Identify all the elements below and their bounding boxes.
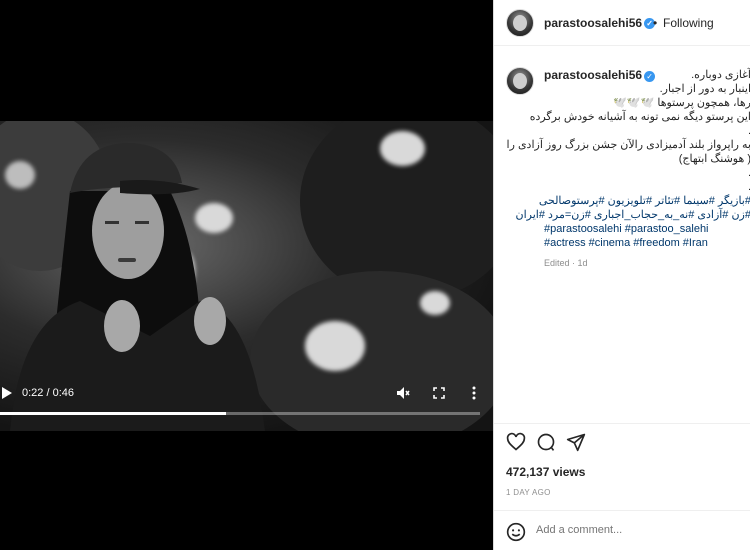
- caption-block: parastoosalehi56 ✓ آغازی دوباره. اینبار ب…: [506, 68, 750, 270]
- mute-icon[interactable]: [396, 386, 410, 403]
- hashtag-line[interactable]: #parastoosalehi #parastoo_salehi: [544, 222, 750, 236]
- video-time: 0:22 / 0:46: [22, 387, 74, 399]
- post-panel: parastoosalehi56 ✓ • Following parastoosa…: [493, 0, 750, 550]
- header-username-text: parastoosalehi56: [544, 16, 643, 30]
- caption-username[interactable]: parastoosalehi56: [544, 68, 642, 82]
- video-progress-fill: [0, 412, 226, 415]
- verified-icon: ✓: [644, 70, 656, 82]
- caption-line: به راپرواز بلند آدمیزادی رالآن جشن بزرگ …: [506, 139, 750, 151]
- caption-line: اینبار به دور از اجبار.: [659, 83, 750, 95]
- total-time: 0:46: [52, 387, 75, 399]
- white-flower: [305, 321, 365, 371]
- hashtag-line[interactable]: #بازیگر #سینما #تئاتر #تلویزیون #پرستوصا…: [539, 194, 750, 208]
- time-separator: /: [46, 387, 50, 399]
- hashtag-line[interactable]: #actress #cinema #freedom #Iran: [544, 236, 750, 250]
- comment-icon[interactable]: [536, 432, 556, 452]
- hashtag-line[interactable]: #زن #آزادی #نه_به_حجاب_اجباری #زن=مرد #ا…: [516, 208, 750, 222]
- share-icon[interactable]: [566, 432, 586, 452]
- woman-figure: [10, 143, 265, 431]
- heart-icon[interactable]: [506, 432, 526, 452]
- comment-input[interactable]: [536, 524, 736, 536]
- caption-avatar[interactable]: [506, 67, 534, 95]
- caption-line: .: [544, 124, 750, 138]
- following-button[interactable]: Following: [663, 16, 714, 30]
- video-player[interactable]: [0, 121, 493, 431]
- emoji-icon[interactable]: [506, 522, 526, 542]
- view-count[interactable]: 472,137 views: [506, 465, 585, 479]
- media-pane: 0:22 / 0:46: [0, 0, 493, 550]
- divider: [494, 423, 750, 424]
- video-progress-bar[interactable]: [0, 412, 480, 415]
- edited-label: Edited · 1d: [544, 258, 588, 268]
- caption-line: ( هوشنگ ابتهاج): [678, 153, 750, 165]
- white-flower: [380, 131, 425, 166]
- play-icon[interactable]: [2, 387, 12, 402]
- caption-line: .: [544, 180, 750, 194]
- current-time: 0:22: [22, 387, 44, 399]
- avatar[interactable]: [506, 9, 534, 37]
- post-viewer: 0:22 / 0:46 parastoosalehi56 ✓ • Followin…: [0, 0, 750, 550]
- fullscreen-icon[interactable]: [433, 387, 445, 402]
- divider: [494, 510, 750, 511]
- caption-line: .: [544, 166, 750, 180]
- white-flower: [420, 291, 450, 315]
- more-icon[interactable]: [472, 386, 476, 403]
- header-separator: •: [653, 16, 658, 30]
- post-timestamp: 1 DAY AGO: [506, 488, 551, 497]
- header-username[interactable]: parastoosalehi56 ✓: [544, 16, 656, 30]
- caption-line: این پرستو دیگه نمی تونه به آشیانه خودش ب…: [529, 111, 750, 123]
- post-header: parastoosalehi56 ✓ • Following: [494, 0, 750, 46]
- caption-line: رها، همچون پرستوها 🕊️🕊️🕊️: [613, 97, 750, 109]
